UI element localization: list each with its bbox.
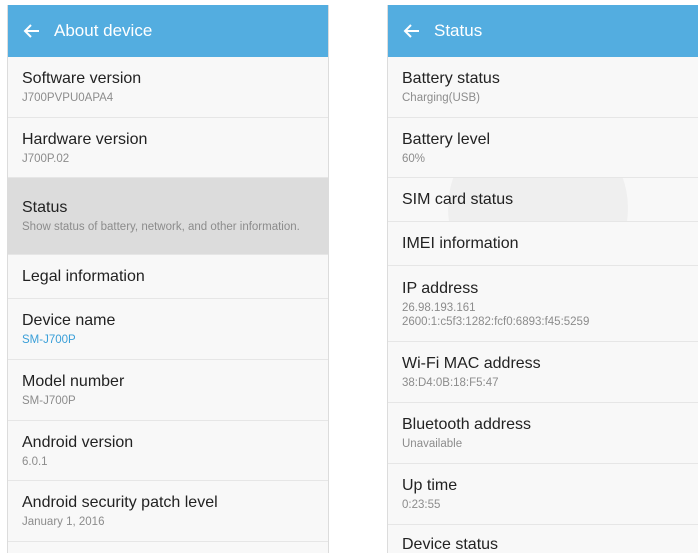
item-value: SM-J700P (22, 334, 76, 346)
item-title: SIM card status (402, 190, 514, 208)
ip-address-item[interactable]: IP address 26.98.193.161 2600:1:c5f3:128… (388, 266, 698, 342)
battery-status-item[interactable]: Battery status Charging(USB) (388, 57, 698, 118)
security-patch-item[interactable]: Android security patch level January 1, … (8, 481, 328, 542)
item-title: Bluetooth address (402, 416, 531, 433)
legal-information-item[interactable]: Legal information (8, 255, 328, 299)
item-value: 60% (402, 152, 426, 165)
item-title: Battery level (402, 130, 491, 148)
sim-card-status-item[interactable]: SIM card status (388, 178, 698, 222)
item-title: Status (22, 199, 68, 216)
item-title: Android security patch level (22, 494, 218, 511)
item-title: Software version (22, 70, 142, 87)
page-title: Status (434, 21, 483, 40)
back-arrow-icon[interactable] (22, 20, 44, 42)
item-value: 38:D4:0B:18:F5:47 (402, 377, 499, 389)
item-title: Device status (402, 536, 499, 553)
item-value: J700P.02 (22, 152, 70, 165)
item-value-ipv6: 2600:1:c5f3:1282:fcf0:6893:f45:5259 (402, 315, 590, 328)
item-title: Battery status (402, 70, 500, 87)
app-bar: Status (388, 5, 698, 57)
item-value: 26.98.193.161 (402, 301, 476, 314)
android-version-item[interactable]: Android version 6.0.1 (8, 421, 328, 481)
item-title: Device name (22, 312, 116, 329)
back-arrow-icon[interactable] (402, 20, 424, 42)
device-name-item[interactable]: Device name SM-J700P (8, 299, 328, 360)
item-value: 0:23:55 (402, 499, 441, 511)
item-value: SM-J700P (22, 395, 76, 407)
item-value: J700PVPU0APA4 (22, 92, 114, 104)
item-title: Android version (22, 433, 134, 451)
page-title: About device (54, 21, 153, 40)
item-title: IP address (402, 279, 479, 297)
status-item[interactable]: Status Show status of battery, network, … (8, 178, 328, 255)
software-version-item[interactable]: Software version J700PVPU0APA4 (8, 57, 328, 118)
app-bar: About device (8, 5, 328, 57)
item-title: Model number (22, 373, 125, 390)
battery-level-item[interactable]: Battery level 60% (388, 118, 698, 178)
about-device-screen: About device Software version J700PVPU0A… (7, 5, 329, 553)
item-title: Wi-Fi MAC address (402, 355, 541, 372)
wifi-mac-address-item[interactable]: Wi-Fi MAC address 38:D4:0B:18:F5:47 (388, 342, 698, 403)
imei-information-item[interactable]: IMEI information (388, 222, 698, 266)
up-time-item[interactable]: Up time 0:23:55 (388, 464, 698, 525)
item-title: Up time (402, 477, 458, 494)
item-value: Charging(USB) (402, 92, 480, 104)
item-value: January 1, 2016 (22, 516, 105, 528)
item-title: Hardware version (22, 130, 148, 148)
bluetooth-address-item[interactable]: Bluetooth address Unavailable (388, 403, 698, 464)
status-screen: Status Battery status Charging(USB) Batt… (387, 5, 698, 553)
item-title: Legal information (22, 267, 145, 285)
item-value: 6.0.1 (22, 455, 48, 468)
item-title: IMEI information (402, 234, 519, 252)
item-value: Unavailable (402, 438, 463, 450)
device-status-item[interactable]: Device status (388, 525, 698, 553)
hardware-version-item[interactable]: Hardware version J700P.02 (8, 118, 328, 178)
model-number-item[interactable]: Model number SM-J700P (8, 360, 328, 421)
item-description: Show status of battery, network, and oth… (22, 221, 300, 233)
